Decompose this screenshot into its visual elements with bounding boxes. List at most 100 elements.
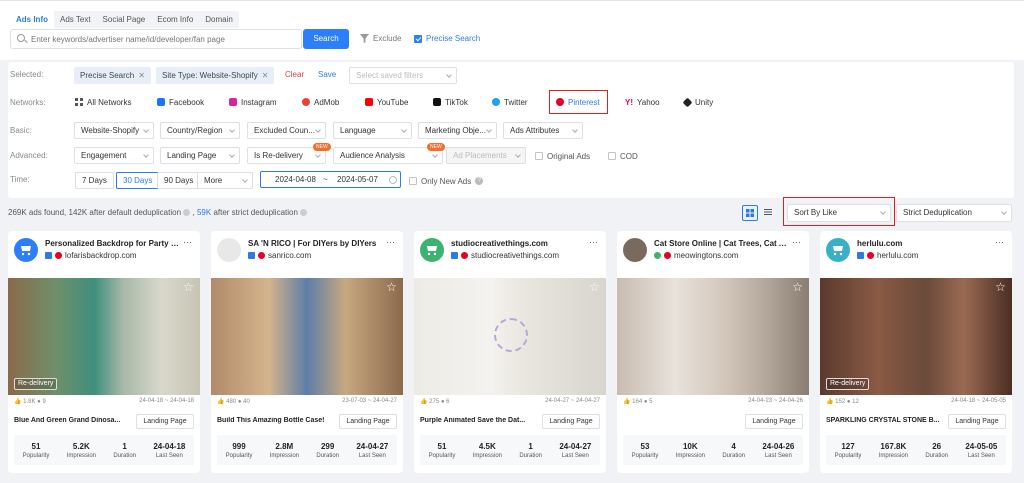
language-select[interactable]: Language: [333, 122, 412, 139]
excluded-country-select[interactable]: Excluded Coun...: [247, 122, 326, 139]
dedup-select[interactable]: Strict Deduplication: [896, 204, 1012, 222]
tab-ecom-info[interactable]: Ecom Info: [151, 11, 199, 28]
grid-view-button[interactable]: [742, 205, 758, 221]
cod-checkbox[interactable]: COD: [608, 149, 638, 163]
precise-search-checkbox[interactable]: Precise Search: [414, 34, 480, 43]
landing-page-button[interactable]: Landing Page: [745, 414, 803, 429]
likes-count: 152: [835, 399, 846, 405]
tab-domain[interactable]: Domain: [199, 11, 239, 28]
star-icon[interactable]: ☆: [385, 281, 398, 294]
landing-page-select[interactable]: Landing Page: [160, 147, 240, 164]
list-view-button[interactable]: [761, 205, 777, 221]
more-icon[interactable]: ···: [792, 237, 801, 247]
saved-filters-select[interactable]: Select saved filters: [349, 67, 457, 84]
more-icon[interactable]: ···: [183, 237, 192, 247]
search-tabs: Ads Info Ads Text Social Page Ecom Info …: [10, 11, 239, 28]
close-icon[interactable]: ✕: [262, 71, 269, 80]
precise-search-label: Precise Search: [426, 34, 481, 43]
network-unity[interactable]: Unity: [682, 95, 714, 109]
save-link[interactable]: Save: [318, 70, 336, 79]
network-all[interactable]: All Networks: [75, 95, 131, 109]
ad-card[interactable]: SA 'N RICO | For DIYers by DIYers sanric…: [211, 231, 403, 473]
ad-card[interactable]: herlulu.com herlulu.com ··· ☆ Re-deliver…: [820, 231, 1012, 473]
ad-card[interactable]: studiocreativethings.com studiocreativet…: [414, 231, 606, 473]
only-new-ads-checkbox[interactable]: Only New Ads ?: [409, 174, 484, 188]
more-icon[interactable]: ···: [589, 237, 598, 247]
star-icon[interactable]: ☆: [182, 281, 195, 294]
avatar: [420, 238, 444, 262]
ad-stats: 51 Popularity 4.5K Impression 1 Duration 24…: [420, 435, 600, 465]
site-type-select[interactable]: Website-Shopify: [74, 122, 154, 139]
landing-page-button[interactable]: Landing Page: [339, 414, 397, 429]
ad-card[interactable]: Personalized Backdrop for Party an... lo…: [8, 231, 200, 473]
date-range: 24-04-23 ~ 24-04-26: [748, 398, 803, 404]
time-7-days[interactable]: 7 Days: [75, 172, 114, 189]
engagement-select[interactable]: Engagement: [74, 147, 154, 164]
chevron-down-icon: [229, 127, 235, 133]
tab-ads-info[interactable]: Ads Info: [10, 11, 54, 28]
sort-select[interactable]: Sort By Like: [787, 204, 891, 222]
advertiser-name[interactable]: Cat Store Online | Cat Trees, Cat Ap...: [654, 239, 788, 248]
ad-media[interactable]: [211, 278, 403, 395]
landing-page-button[interactable]: Landing Page: [542, 414, 600, 429]
ad-title: SPARKLING CRYSTAL STONE B...: [826, 417, 940, 424]
selected-chip[interactable]: Precise Search ✕: [74, 67, 151, 84]
landing-page-button[interactable]: Landing Page: [136, 414, 194, 429]
clear-link[interactable]: Clear: [285, 70, 304, 79]
ad-media[interactable]: [617, 278, 809, 395]
select-label: Language: [340, 126, 376, 135]
ads-attributes-select[interactable]: Ads Attributes: [503, 122, 583, 139]
network-yahoo[interactable]: Y! Yahoo: [625, 95, 660, 109]
networks-label: Networks:: [10, 98, 46, 107]
popularity-label: Popularity: [428, 452, 456, 459]
checkbox-icon: [535, 152, 543, 160]
time-90-days[interactable]: 90 Days: [157, 172, 201, 189]
chevron-down-icon: [401, 127, 407, 133]
marketing-objective-select[interactable]: Marketing Obje...: [418, 122, 497, 139]
network-twitter[interactable]: Twitter: [492, 95, 528, 109]
select-label: Excluded Coun...: [254, 126, 315, 135]
landing-page-button[interactable]: Landing Page: [948, 414, 1006, 429]
duration-label: Duration: [925, 452, 948, 459]
network-tiktok[interactable]: TikTok: [433, 95, 468, 109]
network-label: Unity: [695, 97, 714, 107]
advertiser-name[interactable]: studiocreativethings.com: [451, 239, 585, 248]
chevron-down-icon: [315, 127, 321, 133]
ad-media[interactable]: [414, 278, 606, 395]
network-admob[interactable]: AdMob: [302, 95, 339, 109]
original-ads-checkbox[interactable]: Original Ads: [535, 149, 590, 163]
exclude-toggle[interactable]: Exclude: [360, 34, 401, 43]
star-icon[interactable]: ☆: [994, 281, 1007, 294]
advertiser-name[interactable]: herlulu.com: [857, 239, 991, 248]
star-icon[interactable]: ☆: [791, 281, 804, 294]
selected-chip[interactable]: Site Type: Website-Shopify ✕: [156, 67, 275, 84]
summary-text-2: after strict deduplication: [213, 208, 298, 217]
network-facebook[interactable]: Facebook: [157, 95, 204, 109]
more-icon[interactable]: ···: [386, 237, 395, 247]
star-icon[interactable]: ☆: [588, 281, 601, 294]
tab-ads-text[interactable]: Ads Text: [54, 11, 97, 28]
advertiser-name[interactable]: SA 'N RICO | For DIYers by DIYers: [248, 239, 382, 248]
search-button[interactable]: Search: [303, 29, 349, 49]
checkbox-label: Only New Ads: [421, 176, 472, 186]
youtube-icon: [365, 98, 373, 106]
close-icon[interactable]: ✕: [138, 71, 145, 80]
advertiser-name[interactable]: Personalized Backdrop for Party an...: [45, 239, 179, 248]
ad-card[interactable]: Cat Store Online | Cat Trees, Cat Ap... …: [617, 231, 809, 473]
country-select[interactable]: Country/Region: [160, 122, 240, 139]
help-icon: [300, 209, 308, 217]
network-pinterest[interactable]: Pinterest: [556, 95, 600, 109]
date-range-picker[interactable]: 2024-04-08 ~ 2024-05-07: [260, 171, 401, 188]
network-instagram[interactable]: Instagram: [229, 95, 277, 109]
impression-value: 10K: [682, 441, 698, 451]
date-start: 2024-04-08: [275, 175, 316, 184]
time-30-days[interactable]: 30 Days: [116, 172, 160, 189]
time-more-select[interactable]: More: [197, 172, 253, 189]
network-label: Yahoo: [637, 97, 660, 107]
tab-social-page[interactable]: Social Page: [97, 11, 152, 28]
audience-analysis-select[interactable]: Audience Analysis: [333, 147, 443, 164]
network-youtube[interactable]: YouTube: [365, 95, 408, 109]
search-input[interactable]: [31, 32, 299, 46]
more-icon[interactable]: ···: [995, 237, 1004, 247]
domain-text: studiocreativethings.com: [471, 251, 560, 260]
